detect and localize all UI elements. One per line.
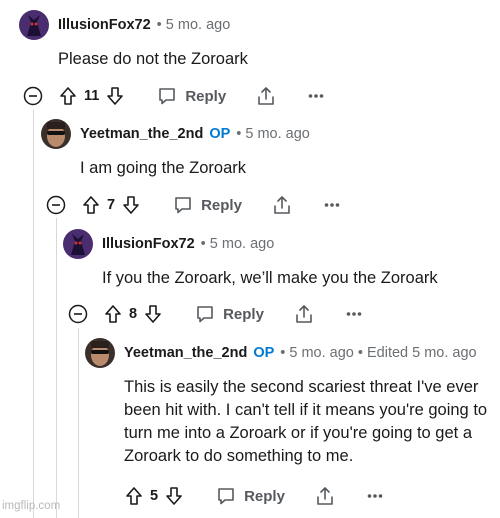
downvote-icon[interactable]: [122, 195, 140, 215]
collapse-icon[interactable]: [68, 304, 88, 324]
upvote-icon[interactable]: [82, 195, 100, 215]
imgflip-watermark: imgflip.com: [2, 500, 61, 512]
thread-line-level-2: [56, 218, 57, 518]
comment-author[interactable]: Yeetman_the_2nd: [80, 126, 203, 142]
upvote-icon[interactable]: [104, 304, 122, 324]
share-icon[interactable]: [315, 486, 335, 506]
comment-actions: 11 Reply: [23, 83, 324, 109]
op-badge: OP: [209, 126, 231, 142]
reply-button[interactable]: Reply: [195, 304, 264, 324]
ellipsis-icon[interactable]: [367, 493, 383, 499]
comment-actions: 8 Reply: [68, 301, 362, 327]
comment-header: IllusionFox72 • 5 mo. ago: [19, 9, 230, 41]
thread-line-level-3: [78, 328, 79, 518]
speech-bubble-icon: [173, 195, 193, 215]
comment-header: Yeetman_the_2nd OP • 5 mo. ago • Edited …: [85, 337, 477, 369]
avatar[interactable]: [85, 338, 115, 368]
speech-bubble-icon: [216, 486, 236, 506]
upvote-icon[interactable]: [59, 86, 77, 106]
avatar[interactable]: [19, 10, 49, 40]
share-icon[interactable]: [272, 195, 292, 215]
reply-label: Reply: [201, 196, 242, 214]
comment-body: If you the Zoroark, we’ll make you the Z…: [102, 269, 438, 287]
avatar[interactable]: [41, 119, 71, 149]
vote-count: 11: [84, 88, 100, 104]
comment-author[interactable]: IllusionFox72: [102, 236, 195, 252]
collapse-icon[interactable]: [23, 86, 43, 106]
reply-button[interactable]: Reply: [173, 195, 242, 215]
share-icon[interactable]: [294, 304, 314, 324]
comment-body: I am going the Zoroark: [80, 159, 246, 177]
ellipsis-icon[interactable]: [308, 93, 324, 99]
comment-header: IllusionFox72 • 5 mo. ago: [63, 228, 274, 260]
vote-count: 7: [107, 197, 116, 213]
vote-count: 8: [129, 306, 138, 322]
comment-4: Yeetman_the_2nd OP • 5 mo. ago • Edited …: [85, 337, 477, 369]
comment-author[interactable]: IllusionFox72: [58, 17, 151, 33]
comment-author[interactable]: Yeetman_the_2nd: [124, 345, 247, 361]
downvote-icon[interactable]: [165, 486, 183, 506]
reply-button[interactable]: Reply: [216, 486, 285, 506]
comment-3: IllusionFox72 • 5 mo. ago: [63, 228, 274, 260]
speech-bubble-icon: [195, 304, 215, 324]
reply-label: Reply: [244, 487, 285, 505]
comment-2: Yeetman_the_2nd OP • 5 mo. ago: [41, 118, 310, 150]
thread-line-level-1: [33, 110, 34, 518]
comment-actions: 5 Reply: [125, 483, 383, 509]
vote-count: 5: [150, 488, 159, 504]
comment-body: This is easily the second scariest threa…: [124, 378, 488, 465]
speech-bubble-icon: [157, 86, 177, 106]
comment-header: Yeetman_the_2nd OP • 5 mo. ago: [41, 118, 310, 150]
comment-body: Please do not the Zoroark: [58, 50, 248, 68]
comment-actions: 7 Reply: [46, 192, 340, 218]
avatar[interactable]: [63, 229, 93, 259]
collapse-icon[interactable]: [46, 195, 66, 215]
reply-label: Reply: [185, 87, 227, 105]
downvote-icon[interactable]: [106, 86, 124, 106]
comment-timestamp: • 5 mo. ago: [156, 17, 231, 33]
comment-timestamp: • 5 mo. ago: [236, 126, 310, 142]
downvote-icon[interactable]: [144, 304, 162, 324]
reply-button[interactable]: Reply: [157, 86, 226, 106]
upvote-icon[interactable]: [125, 486, 143, 506]
ellipsis-icon[interactable]: [324, 202, 340, 208]
comment-timestamp: • 5 mo. ago: [200, 236, 275, 252]
share-icon[interactable]: [256, 86, 276, 106]
comment-timestamp: • 5 mo. ago • Edited 5 mo. ago: [280, 345, 477, 361]
op-badge: OP: [253, 345, 275, 361]
comment-1: IllusionFox72 • 5 mo. ago: [19, 9, 230, 41]
reply-label: Reply: [223, 305, 264, 323]
ellipsis-icon[interactable]: [346, 311, 362, 317]
